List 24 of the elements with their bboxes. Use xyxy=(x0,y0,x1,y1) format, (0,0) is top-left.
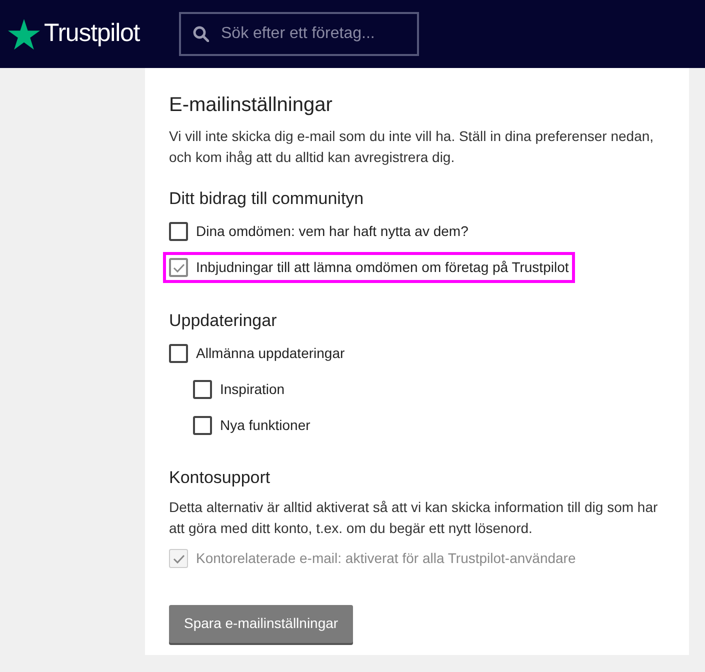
check-icon xyxy=(172,262,184,272)
checkbox-label: Inbjudningar till att lämna omdömen om företag på Trustpilot xyxy=(196,258,569,277)
section-description: Detta alternativ är alltid aktiverat så att vi kan skicka information till dig som har att göra med ditt konto, t.ex. om du begär ett nytt lösenord. xyxy=(169,498,659,538)
section-heading: Kontosupport xyxy=(169,467,272,489)
section-heading: Uppdateringar xyxy=(169,310,278,332)
checkbox-label: Dina omdömen: vem har haft nytta av dem? xyxy=(196,222,468,241)
checkbox-label: Inspiration xyxy=(220,380,285,399)
section-heading: Ditt bidrag till communityn xyxy=(169,188,365,210)
search-icon xyxy=(193,26,209,42)
page-title: E-mailinställningar xyxy=(169,93,334,118)
checkbox-label: Allmänna uppdateringar xyxy=(196,344,345,363)
search-field[interactable]: Sök efter ett företag... xyxy=(179,12,419,56)
checkbox[interactable] xyxy=(193,380,212,398)
checkbox-label: Kontorelaterade e-mail: aktiverat för alla Trustpilot-användare xyxy=(196,549,576,568)
logo-text: Trustpilot xyxy=(44,18,140,50)
checkbox[interactable] xyxy=(169,222,188,241)
checkbox[interactable] xyxy=(169,344,188,362)
checkbox-label: Nya funktioner xyxy=(220,416,310,435)
checkbox[interactable] xyxy=(169,258,188,277)
star-icon xyxy=(8,18,40,50)
check-icon xyxy=(172,554,184,564)
intro-text: Vi vill inte skicka dig e-mail som du inte vill ha. Ställ in dina preferenser nedan, och kom ihåg att du alltid kan avregistrera dig. xyxy=(169,127,655,167)
save-button[interactable]: Spara e-mailinställningar xyxy=(169,604,354,642)
checkbox[interactable] xyxy=(193,416,212,434)
